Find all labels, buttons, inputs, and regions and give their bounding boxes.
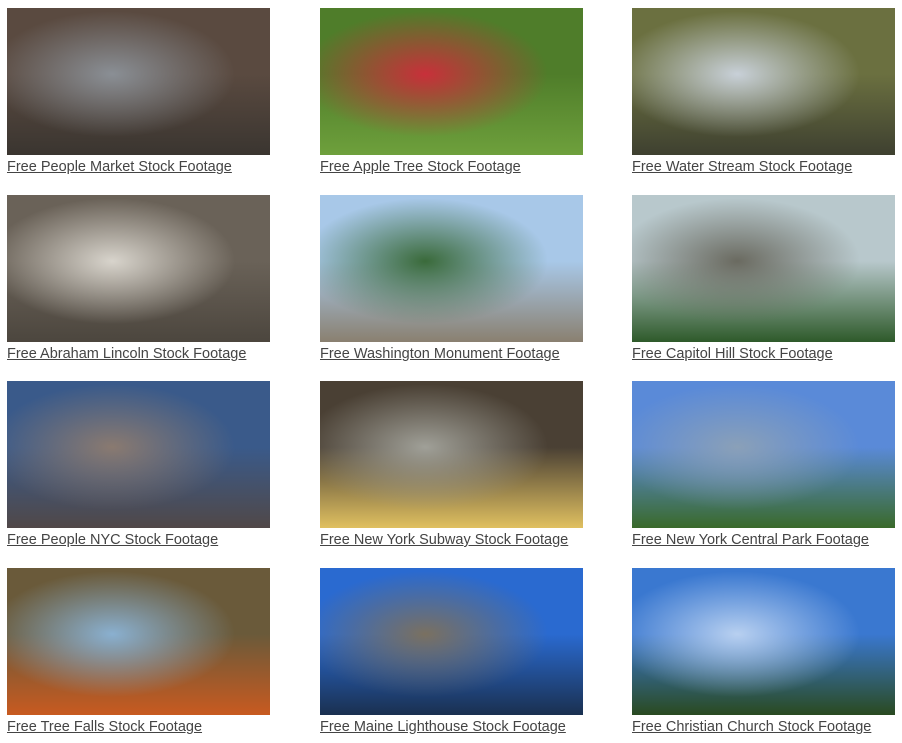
video-card: Free Maine Lighthouse Stock Footage: [320, 568, 583, 735]
video-card: Free People Market Stock Footage: [7, 8, 270, 175]
video-card: Free Abraham Lincoln Stock Footage: [7, 195, 270, 362]
video-card: Free Washington Monument Footage: [320, 195, 583, 362]
video-title-link[interactable]: Free Apple Tree Stock Footage: [320, 159, 583, 175]
video-thumbnail[interactable]: [320, 8, 583, 155]
video-thumbnail[interactable]: [632, 381, 895, 528]
video-title-link[interactable]: Free Capitol Hill Stock Footage: [632, 346, 895, 362]
video-title-link[interactable]: Free Christian Church Stock Footage: [632, 719, 895, 735]
video-card: Free New York Central Park Footage: [632, 381, 895, 548]
video-title-link[interactable]: Free Abraham Lincoln Stock Footage: [7, 346, 270, 362]
video-thumbnail[interactable]: [320, 195, 583, 342]
video-thumbnail[interactable]: [632, 568, 895, 715]
video-title-link[interactable]: Free Maine Lighthouse Stock Footage: [320, 719, 583, 735]
video-card: Free Christian Church Stock Footage: [632, 568, 895, 735]
video-card: Free Capitol Hill Stock Footage: [632, 195, 895, 362]
video-title-link[interactable]: Free Water Stream Stock Footage: [632, 159, 895, 175]
video-title-link[interactable]: Free Washington Monument Footage: [320, 346, 583, 362]
video-title-link[interactable]: Free People NYC Stock Footage: [7, 532, 270, 548]
video-card: Free Tree Falls Stock Footage: [7, 568, 270, 735]
video-title-link[interactable]: Free People Market Stock Footage: [7, 159, 270, 175]
video-card: Free Water Stream Stock Footage: [632, 8, 895, 175]
video-thumbnail[interactable]: [320, 568, 583, 715]
video-thumbnail[interactable]: [7, 568, 270, 715]
video-card: Free People NYC Stock Footage: [7, 381, 270, 548]
video-title-link[interactable]: Free New York Central Park Footage: [632, 532, 895, 548]
video-thumbnail[interactable]: [7, 381, 270, 528]
video-title-link[interactable]: Free New York Subway Stock Footage: [320, 532, 583, 548]
video-thumbnail[interactable]: [632, 195, 895, 342]
video-thumbnail[interactable]: [7, 8, 270, 155]
video-title-link[interactable]: Free Tree Falls Stock Footage: [7, 719, 270, 735]
video-thumbnail[interactable]: [320, 381, 583, 528]
video-card: Free Apple Tree Stock Footage: [320, 8, 583, 175]
video-thumbnail[interactable]: [632, 8, 895, 155]
video-card: Free New York Subway Stock Footage: [320, 381, 583, 548]
video-thumbnail[interactable]: [7, 195, 270, 342]
